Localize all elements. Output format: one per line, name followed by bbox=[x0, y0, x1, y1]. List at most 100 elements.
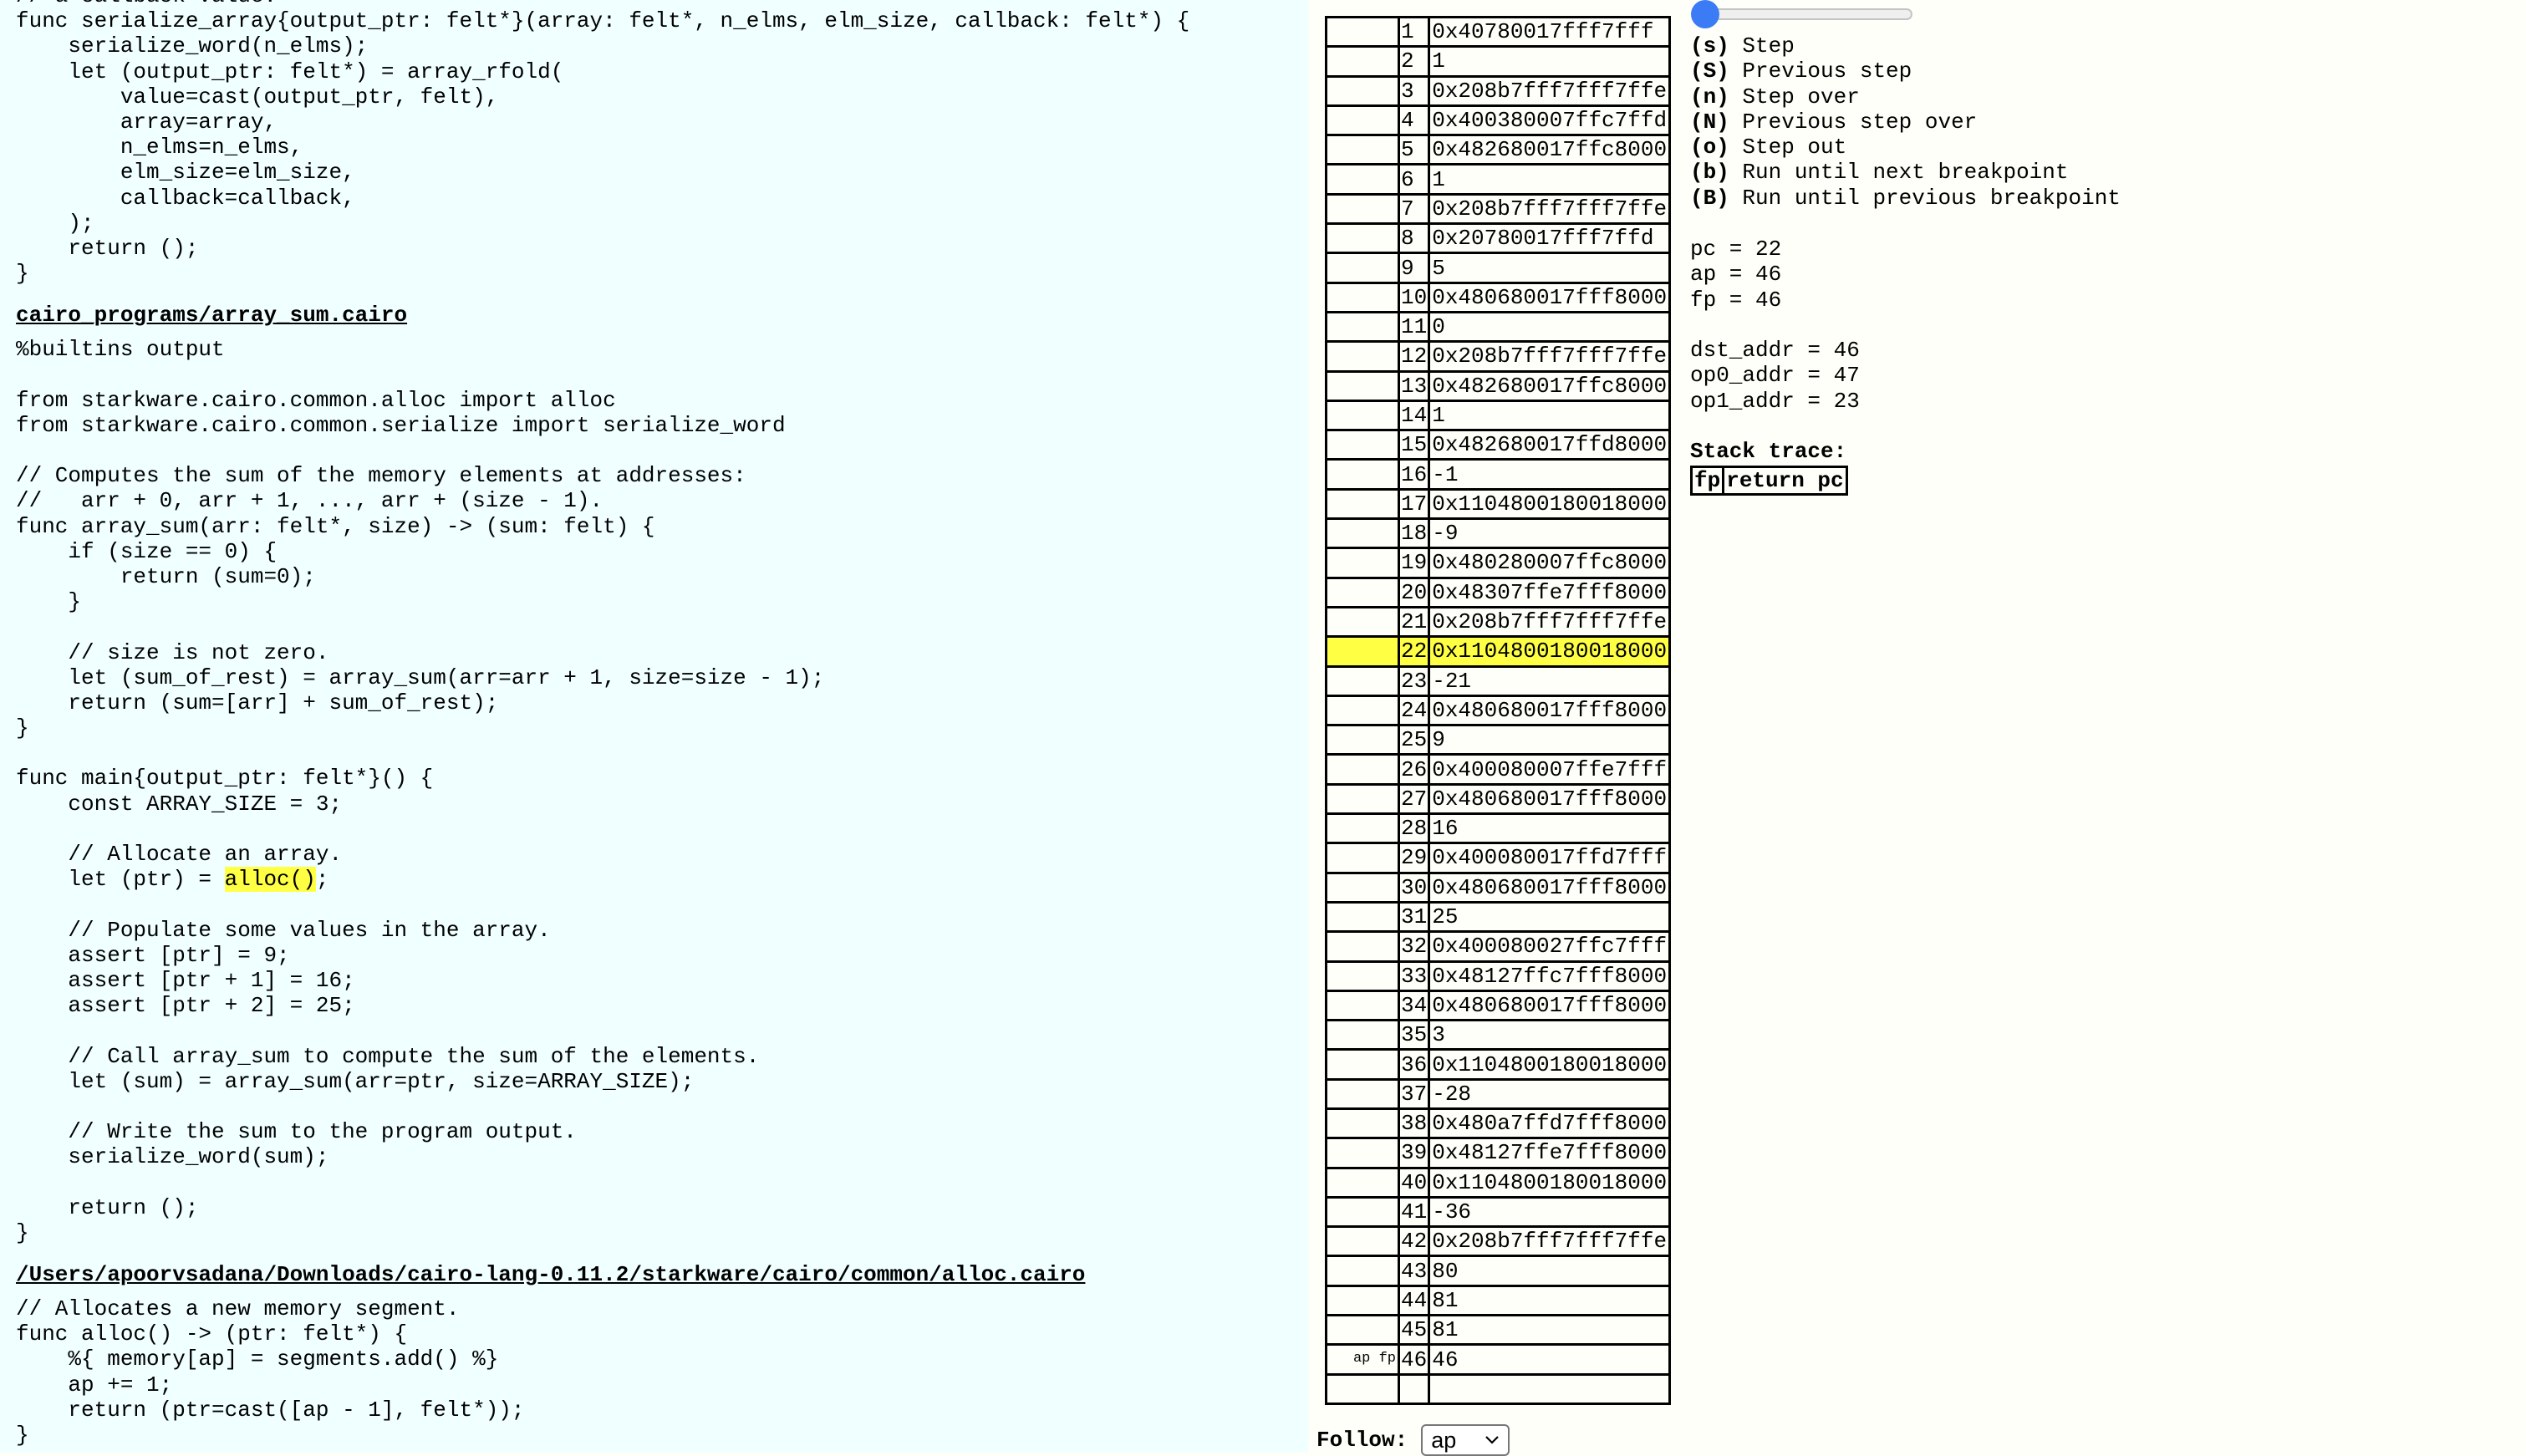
memory-pointer-marker bbox=[1325, 900, 1400, 934]
keyboard-controls: (s) Step (S) Previous step (n) Step over (N… bbox=[1690, 33, 2121, 211]
code-line: return (); bbox=[16, 1194, 199, 1220]
memory-address: 20 bbox=[1397, 576, 1431, 608]
memory-cell-empty bbox=[1325, 1372, 1400, 1405]
memory-pointer-marker bbox=[1325, 635, 1400, 668]
memory-pointer-marker bbox=[1325, 724, 1400, 756]
memory-address: 14 bbox=[1397, 399, 1431, 432]
memory-row: 5 0x482680017ffc8000 bbox=[1325, 134, 1672, 166]
memory-address: 11 bbox=[1397, 310, 1431, 344]
memory-row: 43 80 bbox=[1325, 1255, 1672, 1287]
memory-pointer-marker bbox=[1325, 163, 1400, 196]
current-instruction-highlight: alloc() bbox=[224, 867, 316, 893]
memory-row: 25 9 bbox=[1325, 724, 1672, 756]
memory-row: 23 -21 bbox=[1325, 664, 1672, 697]
code-line: %builtins output bbox=[16, 337, 225, 363]
slider-track[interactable] bbox=[1693, 8, 1912, 20]
memory-address: 2 bbox=[1397, 45, 1431, 78]
control-key: (o) bbox=[1690, 135, 1729, 160]
code-line: from starkware.cairo.common.alloc import… bbox=[16, 387, 616, 413]
code-line: func array_sum(arr: felt*, size) -> (sum… bbox=[16, 513, 655, 539]
memory-value: 0x482680017ffc8000 bbox=[1428, 134, 1672, 166]
memory-value: 0x482680017ffd8000 bbox=[1428, 429, 1672, 461]
memory-value: 0x208b7fff7fff7ffe bbox=[1428, 605, 1672, 639]
memory-value: -36 bbox=[1428, 1195, 1672, 1229]
code-line: return (sum=0); bbox=[16, 563, 316, 589]
memory-row: 19 0x480280007ffc8000 bbox=[1325, 547, 1672, 579]
memory-row: 11 0 bbox=[1325, 310, 1672, 344]
follow-label: Follow: bbox=[1316, 1428, 1408, 1453]
memory-row: 18 -9 bbox=[1325, 517, 1672, 550]
memory-row: 10 0x480680017fff8000 bbox=[1325, 281, 1672, 313]
memory-pointer-marker bbox=[1325, 1195, 1400, 1229]
memory-row: 33 0x48127ffc7fff8000 bbox=[1325, 960, 1672, 992]
control-key: (S) bbox=[1690, 59, 1729, 84]
memory-value: 0x480a7ffd7fff8000 bbox=[1428, 1107, 1672, 1140]
stack-trace-table: fp return pc bbox=[1689, 466, 1848, 496]
register-value: pc = 22 bbox=[1690, 237, 1782, 262]
control-label: Step bbox=[1742, 33, 1795, 59]
memory-row: 4 0x400380007ffc7ffd bbox=[1325, 104, 1672, 137]
memory-address: 8 bbox=[1397, 222, 1431, 255]
memory-value: 0x1104800180018000 bbox=[1428, 1166, 1672, 1199]
step-slider[interactable] bbox=[1691, 0, 1912, 28]
memory-row: 20 0x48307ffe7fff8000 bbox=[1325, 576, 1672, 608]
stack-trace-title: Stack trace: bbox=[1690, 439, 1847, 464]
memory-address: 17 bbox=[1397, 487, 1431, 521]
code-text: let (ptr) = bbox=[16, 867, 225, 893]
memory-pointer-marker bbox=[1325, 104, 1400, 137]
code-line: let (output_ptr: felt*) = array_rfold( bbox=[16, 59, 564, 84]
memory-row: 26 0x400080007ffe7fff bbox=[1325, 753, 1672, 786]
follow-control: Follow: ap bbox=[1316, 1424, 1510, 1456]
file-path-link[interactable]: /Users/apoorvsadana/Downloads/cairo-lang… bbox=[16, 1262, 1308, 1287]
memory-value: -28 bbox=[1428, 1077, 1672, 1110]
memory-address: 37 bbox=[1397, 1077, 1431, 1110]
code-line: return (ptr=cast([ap - 1], felt*)); bbox=[16, 1397, 525, 1423]
memory-value: 0x48127ffc7fff8000 bbox=[1428, 960, 1672, 992]
memory-value: 0x480680017fff8000 bbox=[1428, 989, 1672, 1022]
memory-table-container[interactable]: 1 0x40780017fff7fff 2 1 3 0x208b7fff7fff7ffe 4… bbox=[1325, 16, 1674, 1413]
memory-value: 0x1104800180018000 bbox=[1428, 635, 1672, 668]
memory-pointer-marker bbox=[1325, 45, 1400, 78]
memory-value: -21 bbox=[1428, 664, 1672, 697]
memory-pointer-marker bbox=[1325, 812, 1400, 845]
memory-address: 21 bbox=[1397, 605, 1431, 639]
memory-address: 10 bbox=[1397, 281, 1431, 313]
memory-value: 0x208b7fff7fff7ffe bbox=[1428, 192, 1672, 226]
memory-address: 25 bbox=[1397, 724, 1431, 756]
code-line: func main{output_ptr: felt*}() { bbox=[16, 766, 434, 792]
memory-row: 40 0x1104800180018000 bbox=[1325, 1166, 1672, 1199]
memory-pointer-marker bbox=[1325, 1137, 1400, 1169]
code-line: ap += 1; bbox=[16, 1372, 173, 1397]
memory-row: 61 bbox=[1325, 163, 1672, 196]
memory-address: 15 bbox=[1397, 429, 1431, 461]
memory-address: 7 bbox=[1397, 192, 1431, 226]
memory-value: 0x480280007ffc8000 bbox=[1428, 547, 1672, 579]
code-line: value=cast(output_ptr, felt), bbox=[16, 84, 499, 109]
slider-thumb[interactable] bbox=[1691, 0, 1719, 28]
memory-pointer-marker bbox=[1325, 782, 1400, 816]
memory-address: 29 bbox=[1397, 842, 1431, 874]
memory-address: 4 bbox=[1397, 104, 1431, 137]
follow-select[interactable]: ap bbox=[1421, 1424, 1510, 1456]
memory-row: 29 0x400080017ffd7fff bbox=[1325, 842, 1672, 874]
memory-address: 35 bbox=[1397, 1019, 1431, 1051]
memory-value: 0x208b7fff7fff7ffe bbox=[1428, 1225, 1672, 1258]
code-line: array=array, bbox=[16, 109, 278, 135]
memory-pointer-marker bbox=[1325, 74, 1400, 107]
memory-row: 27 0x480680017fff8000 bbox=[1325, 782, 1672, 816]
code-line: elm_size=elm_size, bbox=[16, 160, 355, 186]
memory-address: 41 bbox=[1397, 1195, 1431, 1229]
control-label: Step over bbox=[1742, 84, 1860, 109]
memory-address: 31 bbox=[1397, 900, 1431, 934]
memory-value: 0x480680017fff8000 bbox=[1428, 694, 1672, 727]
code-line: assert [ptr] = 9; bbox=[16, 942, 290, 968]
file-path-link[interactable]: cairo_programs/array_sum.cairo bbox=[16, 303, 1308, 328]
memory-row: 35 3 bbox=[1325, 1019, 1672, 1051]
